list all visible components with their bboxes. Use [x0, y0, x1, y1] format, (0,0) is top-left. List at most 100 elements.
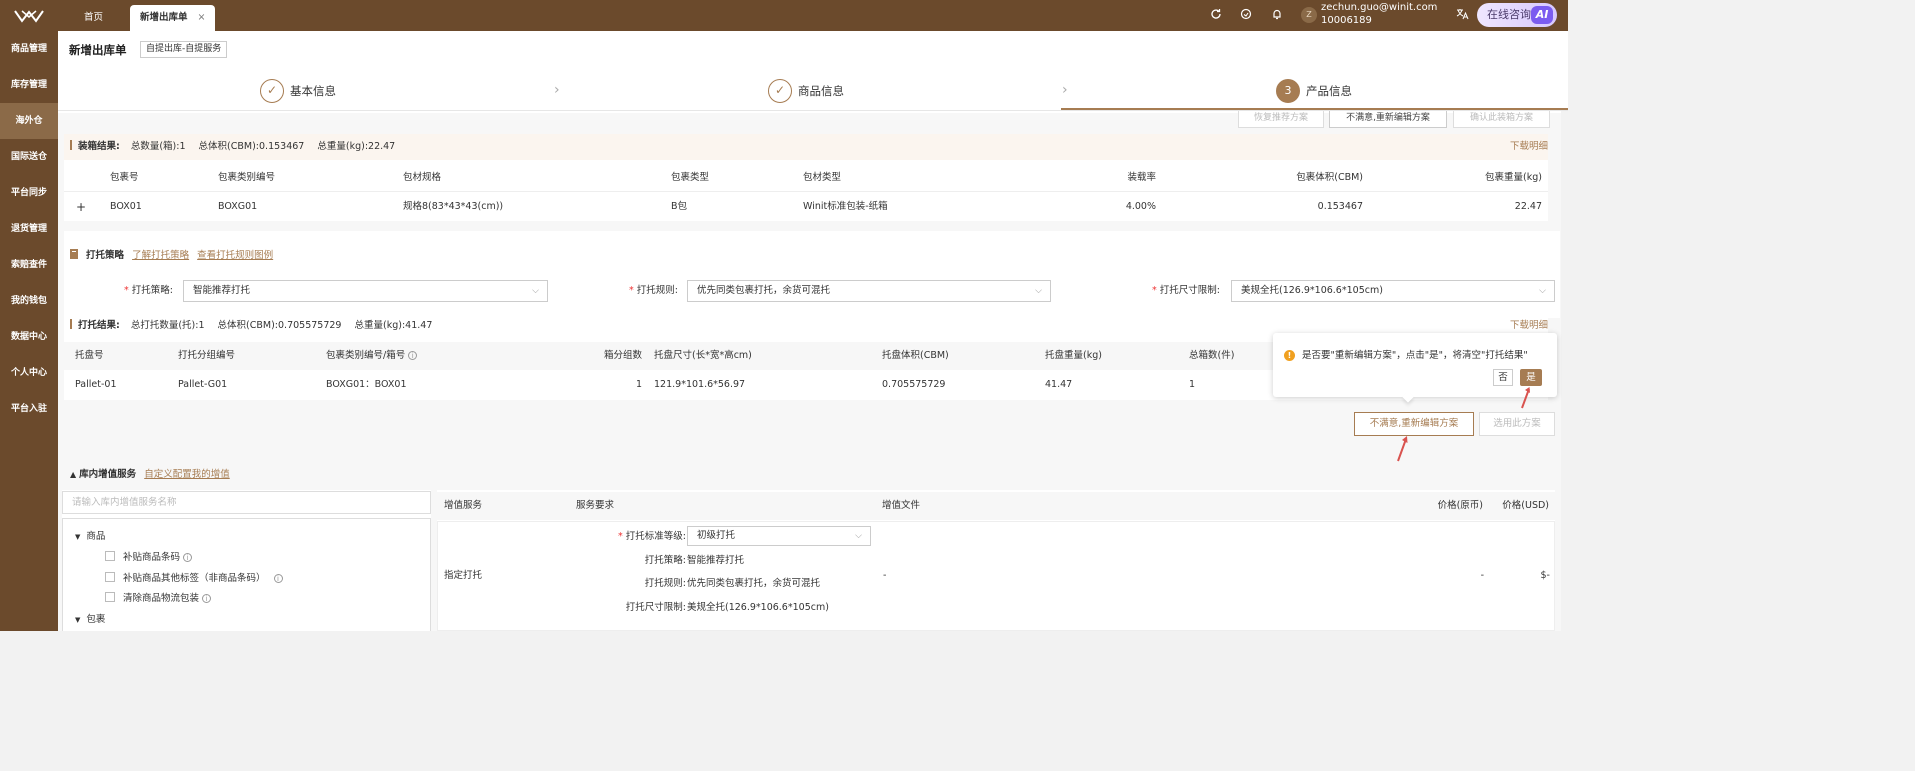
table-cell: Pallet-01: [75, 379, 117, 390]
tree-group-products[interactable]: ▼ 商品: [75, 528, 105, 542]
sidebar-item-label: 平台同步: [10, 188, 47, 198]
tree-item[interactable]: 补贴商品其他标签（非商品条码） i: [105, 570, 283, 584]
reedit-plan-button[interactable]: 不满意,重新编辑方案: [1354, 412, 1474, 436]
reedit-popconfirm: ! 是否要"重新编辑方案"，点击"是"，将清空"打托结果" 否 是: [1273, 333, 1557, 403]
required-mark: *: [124, 285, 129, 296]
tree-group-label: 商品: [86, 531, 106, 542]
table-cell: BOX01: [110, 201, 142, 212]
expand-icon[interactable]: +: [76, 193, 86, 221]
caret-down-icon: ▼: [75, 616, 81, 624]
rule-select[interactable]: 优先同类包裹打托，余货可混托 ⌵: [687, 280, 1051, 302]
chevron-down-icon: ⌵: [855, 531, 862, 541]
table-cell: 4.00%: [1125, 201, 1156, 212]
col-header: 装载率: [1127, 172, 1156, 183]
step-basic-info[interactable]: ✓ 基本信息: [260, 77, 336, 105]
checkbox[interactable]: [105, 592, 115, 602]
tab-home[interactable]: 首页: [74, 5, 113, 31]
tab-new-outbound[interactable]: 新增出库单 ×: [130, 5, 216, 31]
tree-item-label: 补贴商品其他标签（非商品条码）: [123, 573, 266, 584]
pallet-strategy-card: 打托策略 了解打托策略 查看打托规则图例 * 打托策略: 智能推荐打托 ⌵ * 打…: [64, 231, 1560, 318]
close-icon[interactable]: ×: [198, 12, 206, 23]
select-value: 优先同类包裹打托，余货可混托: [697, 285, 831, 296]
feedback-icon[interactable]: [1239, 8, 1253, 22]
info-icon[interactable]: i: [408, 351, 418, 360]
popconfirm-no-button[interactable]: 否: [1493, 369, 1513, 386]
table-cell: BOXG01: [218, 201, 258, 212]
detail-value: 优先同类包裹打托，余货可混托: [687, 578, 821, 589]
tree-group-label: 包裹: [86, 614, 106, 625]
checkbox[interactable]: [105, 572, 115, 582]
info-icon[interactable]: i: [183, 553, 193, 562]
vas-search-input[interactable]: 请输入库内增值服务名称: [62, 491, 431, 514]
col-header: 价格(USD): [1502, 500, 1549, 511]
label-text: 打托标准等级:: [625, 531, 686, 542]
detail-value: 智能推荐打托: [687, 555, 745, 566]
tree-item[interactable]: 补贴商品条码 i: [105, 549, 193, 563]
packing-download-link[interactable]: 下载明细: [1510, 134, 1548, 160]
col-header: 箱分组数: [603, 350, 642, 361]
tree-item-label: 补贴商品条码: [123, 552, 181, 563]
sidebar-item-platform-join[interactable]: 平台入驻: [0, 391, 58, 427]
sidebar-item-label: 平台入驻: [10, 404, 47, 414]
tab-home-label: 首页: [84, 12, 104, 23]
winit-logo[interactable]: [14, 9, 44, 23]
sidebar-item-inventory[interactable]: 库存管理: [0, 67, 58, 103]
col-header: 包材类型: [803, 172, 842, 183]
use-plan-button[interactable]: 选用此方案: [1479, 412, 1555, 436]
caret-up-icon[interactable]: ▲: [70, 470, 76, 479]
refresh-icon[interactable]: [1209, 8, 1223, 22]
sidebar-item-label: 退货管理: [10, 224, 47, 234]
sidebar-item-intl-delivery[interactable]: 国际送仓: [0, 139, 58, 175]
confirm-packing-button[interactable]: 确认此装箱方案: [1453, 111, 1550, 128]
avatar[interactable]: Z: [1301, 7, 1317, 23]
select-value: 初级打托: [697, 530, 736, 541]
checkbox[interactable]: [105, 551, 115, 561]
col-header: 托盘重量(kg): [1045, 350, 1102, 361]
strategy-select[interactable]: 智能推荐打托 ⌵: [183, 280, 548, 302]
tree-item[interactable]: 清除商品物流包装 i: [105, 590, 212, 604]
size-limit-select[interactable]: 美规全托(126.9*106.6*105cm) ⌵: [1231, 280, 1555, 302]
table-cell: 规格8(83*43*43(cm)): [403, 201, 504, 212]
scrollbar[interactable]: [1561, 111, 1568, 631]
vas-title-row: ▲ 库内增值服务 自定义配置我的增值: [70, 466, 230, 480]
info-icon[interactable]: i: [273, 574, 283, 583]
info-icon[interactable]: i: [202, 594, 212, 603]
learn-strategy-link[interactable]: 了解打托策略: [132, 250, 189, 261]
user-info[interactable]: zechun.guo@winit.com 10006189: [1321, 1, 1437, 27]
translate-icon[interactable]: [1455, 8, 1469, 22]
sidebar-item-overseas-warehouse[interactable]: 海外仓: [0, 103, 58, 139]
col-header: 包裹类别编号: [218, 172, 276, 183]
packing-result-title: 装箱结果:: [78, 141, 120, 152]
bell-icon[interactable]: [1270, 8, 1284, 22]
online-consult-button[interactable]: 在线咨询 AI: [1477, 3, 1557, 27]
col-header: 托盘尺寸(长*宽*高cm): [654, 350, 752, 361]
step-product-info[interactable]: ✓ 商品信息: [768, 77, 844, 105]
view-rules-link[interactable]: 查看打托规则图例: [197, 250, 273, 261]
pallet-level-select[interactable]: 初级打托 ⌵: [687, 526, 871, 546]
check-icon: ✓: [260, 79, 284, 103]
step-service-info[interactable]: 3 产品信息: [1276, 77, 1352, 105]
popconfirm-yes-button[interactable]: 是: [1520, 369, 1542, 386]
required-mark: *: [1152, 285, 1157, 296]
sidebar-item-label: 海外仓: [15, 116, 43, 126]
custom-vas-link[interactable]: 自定义配置我的增值: [144, 469, 230, 480]
sidebar-item-platform-sync[interactable]: 平台同步: [0, 175, 58, 211]
label-text: 打托规则:: [636, 285, 678, 296]
sidebar-item-returns[interactable]: 退货管理: [0, 211, 58, 247]
vas-tree: ▼ 商品 补贴商品条码 i 补贴商品其他标签（非商品条码） i 清除商品物流包装 i ▼…: [62, 518, 431, 631]
sidebar-item-products[interactable]: 商品管理: [0, 31, 58, 67]
table-cell: 0.705575729: [882, 379, 946, 390]
detail-label: 打托策略:: [644, 555, 686, 566]
tree-group-packages[interactable]: ▼ 包裹: [75, 611, 105, 625]
sidebar-item-wallet[interactable]: 我的钱包: [0, 283, 58, 319]
sidebar-item-data-center[interactable]: 数据中心: [0, 319, 58, 355]
reedit-plan-button-top[interactable]: 不满意,重新编辑方案: [1329, 111, 1447, 128]
sidebar-item-personal-center[interactable]: 个人中心: [0, 355, 58, 391]
stepper: ✓ 基本信息 › ✓ 商品信息 › 3 产品信息: [58, 71, 1568, 111]
annotation-arrow-icon: [1397, 436, 1408, 462]
sidebar-item-label: 我的钱包: [10, 296, 47, 306]
sidebar-item-claims[interactable]: 索赔查件: [0, 247, 58, 283]
pallet-strategy-header: 打托策略 了解打托策略 查看打托规则图例: [70, 249, 273, 263]
sidebar-item-label: 索赔查件: [10, 260, 47, 270]
restore-plan-button[interactable]: 恢复推荐方案: [1238, 111, 1324, 128]
